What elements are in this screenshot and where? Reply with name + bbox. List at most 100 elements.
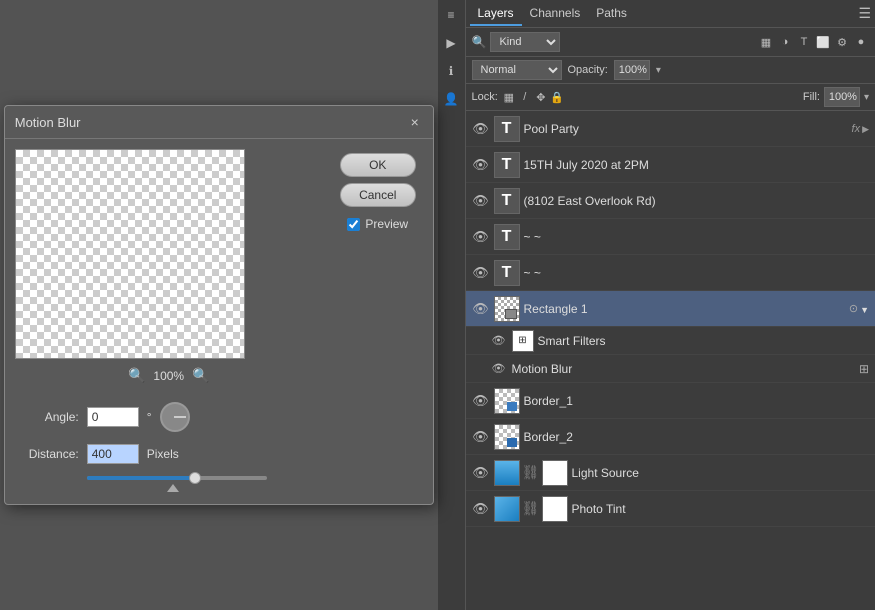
visibility-icon-border2[interactable]: 👁 — [472, 428, 490, 446]
lock-pixel-icon[interactable]: ▦ — [502, 90, 516, 104]
layer-item-pool-party[interactable]: 👁 T Pool Party fx — [466, 111, 875, 147]
opacity-chevron-icon[interactable]: ▾ — [656, 65, 661, 76]
person-icon[interactable]: 👤 — [440, 88, 462, 110]
lock-brush-icon[interactable]: / — [518, 90, 532, 104]
layer-item-border2[interactable]: 👁 Border_2 — [466, 419, 875, 455]
tab-paths[interactable]: Paths — [588, 2, 635, 26]
layer-item-photo-tint[interactable]: 👁 ⛓ Photo Tint — [466, 491, 875, 527]
layers-menu-icon[interactable]: ☰ — [858, 5, 871, 22]
layer-item-date[interactable]: 👁 T 15TH July 2020 at 2PM — [466, 147, 875, 183]
angle-label: Angle: — [19, 410, 79, 424]
angle-row: Angle: ° — [19, 402, 419, 432]
search-icon: 🔍 — [472, 35, 487, 49]
layer-item-motion-blur-filter[interactable]: 👁 Motion Blur ⊞ — [466, 355, 875, 383]
slider-marker — [167, 484, 179, 492]
cancel-button[interactable]: Cancel — [340, 183, 416, 207]
layer-name-light-source: Light Source — [572, 466, 870, 480]
visibility-icon-light-source[interactable]: 👁 — [472, 464, 490, 482]
blend-mode-select[interactable]: Normal — [472, 60, 562, 80]
layer-thumb-rect1 — [494, 296, 520, 322]
filter-adj-icon[interactable]: ◑ — [777, 34, 793, 50]
blend-mode-row: Normal Opacity: ▾ — [466, 57, 875, 84]
visibility-icon-motion-blur[interactable]: 👁 — [490, 360, 508, 378]
dialog-close-button[interactable]: × — [407, 114, 423, 130]
slider-thumb[interactable] — [189, 472, 201, 484]
lock-pos-icon[interactable]: ✥ — [534, 90, 548, 104]
filter-smart-icon[interactable]: ⚙ — [834, 34, 850, 50]
layer-thumb-border1 — [494, 388, 520, 414]
slider-track — [87, 476, 267, 480]
rect1-collapse-icon[interactable] — [860, 302, 869, 316]
layer-name-pool-party: Pool Party — [524, 122, 848, 136]
layer-item-smart-filters[interactable]: 👁 ⊞ Smart Filters — [466, 327, 875, 355]
tab-channels[interactable]: Channels — [522, 2, 589, 26]
preview-checkbox[interactable] — [347, 218, 360, 231]
info-icon[interactable]: ℹ — [440, 60, 462, 82]
layer-thumb-pool-party: T — [494, 116, 520, 142]
dialog-titlebar: Motion Blur × — [5, 106, 433, 139]
panel-toolbar: ≡ ▶ ℹ 👤 — [438, 0, 466, 610]
zoom-level: 100% — [153, 369, 184, 383]
preview-checkbox-row: Preview — [347, 217, 408, 231]
link-icon-photo-tint: ⛓ — [524, 496, 538, 522]
filter-pixel-icon[interactable]: ▦ — [758, 34, 774, 50]
visibility-icon-photo-tint[interactable]: 👁 — [472, 500, 490, 518]
layer-name-date: 15TH July 2020 at 2PM — [524, 158, 870, 172]
layers-tool-icon[interactable]: ≡ — [440, 4, 462, 26]
layer-item-light-source[interactable]: 👁 ⛓ Light Source — [466, 455, 875, 491]
visibility-icon-pool-party[interactable]: 👁 — [472, 120, 490, 138]
visibility-icon-date[interactable]: 👁 — [472, 156, 490, 174]
layer-thumb-border2 — [494, 424, 520, 450]
layer-thumb-light-source-mask — [542, 460, 568, 486]
layer-name-tilde2: ~ ~ — [524, 266, 870, 280]
opacity-input[interactable] — [614, 60, 650, 80]
play-icon[interactable]: ▶ — [440, 32, 462, 54]
zoom-out-icon[interactable]: 🔍 — [128, 367, 145, 384]
layers-panel: Layers Channels Paths ☰ 🔍 Kind ▦ ◑ T ⬜ ⚙… — [466, 0, 875, 610]
filter-shape-icon[interactable]: ⬜ — [815, 34, 831, 50]
visibility-icon-tilde2[interactable]: 👁 — [472, 264, 490, 282]
visibility-icon-border1[interactable]: 👁 — [472, 392, 490, 410]
layer-item-rectangle1[interactable]: 👁 Rectangle 1 ⊙ — [466, 291, 875, 327]
visibility-icon-smart-filters[interactable]: 👁 — [490, 332, 508, 350]
zoom-controls: 🔍 100% 🔍 — [15, 367, 323, 384]
motion-blur-settings-icon[interactable]: ⊞ — [859, 362, 869, 376]
fill-input[interactable] — [824, 87, 860, 107]
lock-all-icon[interactable]: 🔒 — [550, 90, 564, 104]
kind-select[interactable]: Kind — [490, 32, 560, 52]
layer-item-border1[interactable]: 👁 Border_1 — [466, 383, 875, 419]
preview-label: Preview — [365, 217, 408, 231]
distance-input[interactable] — [87, 444, 139, 464]
fill-label: Fill: — [803, 91, 820, 103]
filter-dot-icon[interactable]: ● — [853, 34, 869, 50]
distance-row: Distance: Pixels — [19, 444, 419, 464]
smart-object-icon: ⊙ — [849, 302, 858, 315]
lock-icons: ▦ / ✥ 🔒 — [502, 90, 564, 104]
opacity-label: Opacity: — [568, 64, 608, 76]
tab-layers[interactable]: Layers — [470, 2, 522, 26]
filter-text-icon[interactable]: T — [796, 34, 812, 50]
layer-name-border2: Border_2 — [524, 430, 870, 444]
layer-item-tilde2[interactable]: 👁 T ~ ~ — [466, 255, 875, 291]
fx-chevron-icon[interactable] — [862, 123, 869, 135]
angle-dial[interactable] — [160, 402, 190, 432]
distance-unit: Pixels — [147, 447, 179, 461]
layer-thumb-smart-filters: ⊞ — [512, 330, 534, 352]
distance-slider[interactable] — [87, 476, 267, 492]
slider-fill — [87, 476, 195, 480]
visibility-icon-rect1[interactable]: 👁 — [472, 300, 490, 318]
ok-button[interactable]: OK — [340, 153, 416, 177]
visibility-icon-address[interactable]: 👁 — [472, 192, 490, 210]
layers-filter-row: 🔍 Kind ▦ ◑ T ⬜ ⚙ ● — [466, 28, 875, 57]
zoom-in-icon[interactable]: 🔍 — [192, 367, 209, 384]
visibility-icon-tilde1[interactable]: 👁 — [472, 228, 490, 246]
fill-chevron-icon[interactable]: ▾ — [864, 92, 869, 103]
layer-item-tilde1[interactable]: 👁 T ~ ~ — [466, 219, 875, 255]
dialog-controls: OK Cancel Preview — [333, 149, 423, 384]
layer-item-address[interactable]: 👁 T (8102 East Overlook Rd) — [466, 183, 875, 219]
layer-name-border1: Border_1 — [524, 394, 870, 408]
preview-area: 🔍 100% 🔍 — [15, 149, 323, 384]
layers-list: 👁 T Pool Party fx 👁 T 15TH July 2020 at … — [466, 111, 875, 610]
lock-row: Lock: ▦ / ✥ 🔒 Fill: ▾ — [466, 84, 875, 111]
angle-input[interactable] — [87, 407, 139, 427]
